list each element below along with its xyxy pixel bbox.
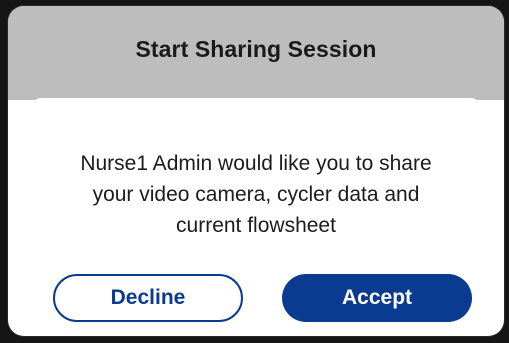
accept-button[interactable]: Accept xyxy=(282,274,472,322)
dialog-header: Start Sharing Session xyxy=(8,6,504,100)
message-line: your video camera, cycler data and xyxy=(92,183,420,206)
dialog-title: Start Sharing Session xyxy=(135,36,377,62)
message-line: Nurse1 Admin would like you to share xyxy=(80,152,432,175)
decline-button[interactable]: Decline xyxy=(53,274,243,322)
message-line: current flowsheet xyxy=(176,214,336,237)
sharing-dialog: Start Sharing Session Nurse1 Admin would… xyxy=(8,6,504,336)
dialog-message: Nurse1 Admin would like you to share you… xyxy=(28,148,484,241)
dialog-body: Nurse1 Admin would like you to share you… xyxy=(28,98,484,336)
